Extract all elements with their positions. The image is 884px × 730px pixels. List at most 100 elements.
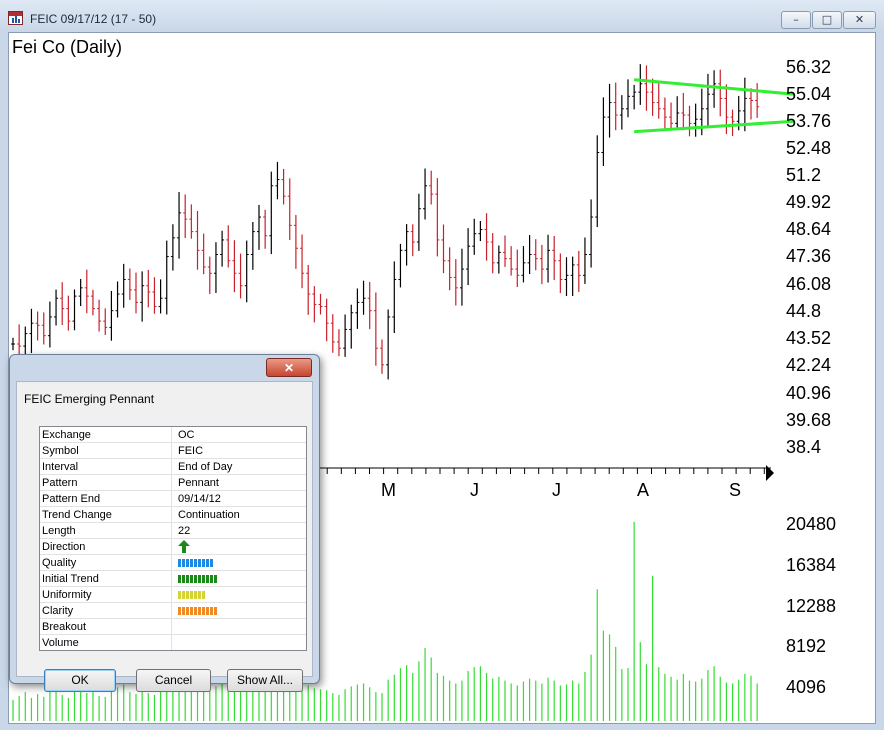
- rating-segment: [198, 607, 201, 615]
- volume-tick-label: 20480: [786, 514, 837, 534]
- month-label: M: [381, 480, 396, 500]
- table-row: Length 22: [40, 523, 306, 539]
- month-label: S: [729, 480, 742, 500]
- table-row: Trend Change Continuation: [40, 507, 306, 523]
- row-key: Trend Change: [42, 509, 112, 521]
- rating-segment: [206, 559, 209, 567]
- table-row: Uniformity: [40, 587, 306, 603]
- title-bar[interactable]: FEIC 09/17/12 (17 - 50) – □ ✕: [0, 0, 884, 32]
- cancel-button[interactable]: Cancel: [136, 669, 211, 692]
- price-tick-label: 38.4: [786, 437, 822, 457]
- price-tick-label: 51.2: [786, 165, 822, 185]
- rating-segment: [182, 607, 185, 615]
- price-tick-label: 46.08: [786, 274, 832, 294]
- row-value: 09/14/12: [178, 493, 221, 505]
- price-tick-label: 48.64: [786, 219, 832, 239]
- rating-segment: [194, 575, 197, 583]
- dialog-close-button[interactable]: ✕: [266, 358, 312, 377]
- table-row: Quality: [40, 555, 306, 571]
- uniformity-rating-bar: [178, 591, 206, 599]
- window-title: FEIC 09/17/12 (17 - 50): [30, 12, 157, 26]
- close-button[interactable]: ✕: [843, 11, 876, 29]
- quality-rating-bar: [178, 559, 214, 567]
- ok-button[interactable]: OK: [44, 669, 116, 692]
- row-key: Symbol: [42, 445, 79, 457]
- price-tick-label: 44.8: [786, 301, 822, 321]
- table-row: Direction: [40, 539, 306, 555]
- rating-segment: [194, 607, 197, 615]
- table-row: Initial Trend: [40, 571, 306, 587]
- price-tick-label: 47.36: [786, 246, 832, 266]
- month-label: J: [552, 480, 561, 500]
- show-all-button[interactable]: Show All...: [227, 669, 303, 692]
- rating-segment: [210, 607, 213, 615]
- table-row: Symbol FEIC: [40, 443, 306, 459]
- up-arrow-icon: [178, 540, 190, 553]
- rating-segment: [202, 575, 205, 583]
- row-value: 22: [178, 525, 191, 537]
- rating-segment: [178, 559, 181, 567]
- pattern-dialog: ✕ FEIC Emerging Pennant Exchange OC Symbo…: [9, 354, 320, 692]
- rating-segment: [214, 607, 217, 615]
- row-key: Interval: [42, 461, 79, 473]
- rating-segment: [178, 591, 181, 599]
- volume-tick-label: 8192: [786, 636, 827, 656]
- axis-end-arrow-icon: [766, 465, 774, 481]
- price-tick-label: 56.32: [786, 57, 832, 77]
- rating-segment: [186, 607, 189, 615]
- row-key: Initial Trend: [42, 573, 99, 585]
- price-tick-label: 49.92: [786, 192, 832, 212]
- rating-segment: [190, 575, 193, 583]
- price-tick-label: 43.52: [786, 328, 832, 348]
- dialog-body: FEIC Emerging Pennant Exchange OC Symbol F…: [16, 381, 313, 692]
- volume-tick-label: 12288: [786, 596, 837, 616]
- volume-tick-label: 16384: [786, 555, 837, 575]
- initial-trend-rating-bar: [178, 575, 218, 583]
- rating-segment: [190, 559, 193, 567]
- row-key: Volume: [42, 637, 79, 649]
- table-row: Breakout: [40, 619, 306, 635]
- table-row: Pattern Pennant: [40, 475, 306, 491]
- rating-segment: [206, 575, 209, 583]
- price-tick-label: 40.96: [786, 383, 832, 403]
- chart-title: Fei Co (Daily): [12, 37, 123, 57]
- row-key: Uniformity: [42, 589, 92, 601]
- rating-segment: [202, 559, 205, 567]
- row-value: OC: [178, 429, 195, 441]
- price-tick-label: 53.76: [786, 111, 832, 131]
- row-key: Pattern End: [42, 493, 101, 505]
- volume-tick-label: 4096: [786, 677, 827, 697]
- table-row: Interval End of Day: [40, 459, 306, 475]
- row-value: Continuation: [178, 509, 240, 521]
- rating-segment: [182, 575, 185, 583]
- rating-segment: [198, 591, 201, 599]
- rating-segment: [190, 607, 193, 615]
- maximize-button[interactable]: □: [812, 11, 842, 29]
- rating-segment: [186, 575, 189, 583]
- table-row: Pattern End 09/14/12: [40, 491, 306, 507]
- row-value: End of Day: [178, 461, 233, 473]
- rating-segment: [186, 591, 189, 599]
- rating-segment: [202, 607, 205, 615]
- pennant-lower-line: [634, 119, 795, 134]
- rating-segment: [198, 559, 201, 567]
- row-key: Pattern: [42, 477, 78, 489]
- row-key: Direction: [42, 541, 86, 553]
- rating-segment: [178, 607, 181, 615]
- rating-segment: [206, 607, 209, 615]
- row-key: Exchange: [42, 429, 91, 441]
- row-key: Quality: [42, 557, 77, 569]
- price-tick-label: 39.68: [786, 410, 832, 430]
- rating-segment: [210, 559, 213, 567]
- minimize-button[interactable]: –: [781, 11, 811, 29]
- price-tick-label: 42.24: [786, 355, 832, 375]
- rating-segment: [202, 591, 205, 599]
- table-row: Exchange OC: [40, 427, 306, 443]
- price-tick-label: 52.48: [786, 138, 832, 158]
- rating-segment: [214, 575, 217, 583]
- rating-segment: [194, 591, 197, 599]
- row-key: Length: [42, 525, 76, 537]
- month-label: J: [470, 480, 479, 500]
- row-key: Clarity: [42, 605, 74, 617]
- month-label: A: [637, 480, 650, 500]
